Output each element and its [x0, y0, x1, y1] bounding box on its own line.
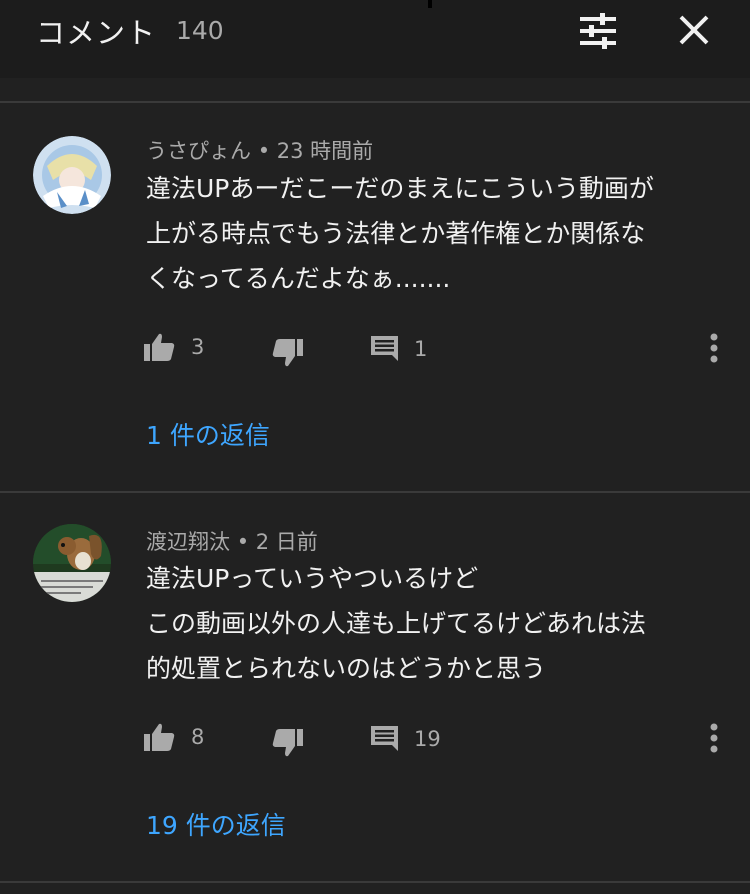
reply-button[interactable]: 19	[371, 726, 441, 751]
thumbs-up-icon	[144, 723, 175, 751]
more-vert-icon	[710, 333, 718, 363]
comment-line: 違法UPあーだこーだのまえにこういう動画が	[146, 174, 654, 203]
comment-reply-icon	[371, 726, 398, 751]
dislike-button[interactable]	[272, 729, 303, 757]
like-button[interactable]: 3	[144, 333, 204, 361]
divider	[0, 881, 750, 883]
thumbs-down-icon	[272, 729, 303, 757]
like-count: 3	[191, 335, 205, 359]
thumbs-down-icon	[272, 339, 303, 367]
reply-count: 19	[414, 726, 441, 751]
comment-line: くなってるんだよなぁ.......	[146, 264, 451, 293]
meta-separator: •	[236, 530, 250, 554]
comment-meta: うさぴょん • 23 時間前	[146, 135, 373, 165]
comment-thread: うさぴょん • 23 時間前 違法UPあーだこーだのまえにこういう動画が 上がる…	[0, 103, 750, 491]
more-options-button[interactable]	[700, 718, 728, 758]
sort-filter-button[interactable]	[578, 12, 618, 50]
status-notch	[428, 0, 432, 8]
view-replies-link[interactable]: 19 件の返信	[146, 806, 286, 842]
thumbs-up-icon	[144, 333, 175, 361]
comment-count: 140	[176, 16, 224, 45]
comment-reply-icon	[371, 336, 398, 361]
sliders-icon	[580, 13, 616, 49]
comment-time: 23 時間前	[276, 139, 374, 163]
like-button[interactable]: 8	[144, 723, 204, 751]
more-vert-icon	[710, 723, 718, 753]
comment-line: この動画以外の人達も上げてるけどあれは法	[146, 609, 647, 638]
comment-line: 上がる時点でもう法律とか著作権とか関係な	[146, 219, 646, 248]
comment-line: 的処置とられないのはどうかと思う	[146, 654, 547, 683]
author-name[interactable]: 渡辺翔汰	[146, 530, 230, 554]
author-name[interactable]: うさぴょん	[146, 139, 251, 163]
reply-button[interactable]: 1	[371, 336, 427, 361]
more-options-button[interactable]	[700, 328, 728, 368]
close-button[interactable]	[676, 12, 712, 48]
avatar[interactable]	[33, 136, 111, 214]
comment-line: 違法UPっていうやついるけど	[146, 564, 479, 593]
header-title: コメント	[36, 16, 157, 50]
comment-meta: 渡辺翔汰 • 2 日前	[146, 526, 318, 556]
comment-time: 2 日前	[255, 530, 318, 554]
dislike-button[interactable]	[272, 339, 303, 367]
like-count: 8	[191, 725, 205, 749]
comment-text: 違法UPあーだこーだのまえにこういう動画が 上がる時点でもう法律とか著作権とか関…	[146, 166, 716, 301]
meta-separator: •	[257, 139, 271, 163]
avatar[interactable]	[33, 524, 111, 602]
comment-thread: 渡辺翔汰 • 2 日前 違法UPっていうやついるけど この動画以外の人達も上げて…	[0, 493, 750, 883]
reply-count: 1	[414, 336, 428, 361]
comment-text: 違法UPっていうやついるけど この動画以外の人達も上げてるけどあれは法 的処置と…	[146, 556, 716, 691]
close-icon	[679, 15, 709, 45]
view-replies-link[interactable]: 1 件の返信	[146, 416, 270, 452]
comments-header: コメント 140	[0, 0, 750, 78]
